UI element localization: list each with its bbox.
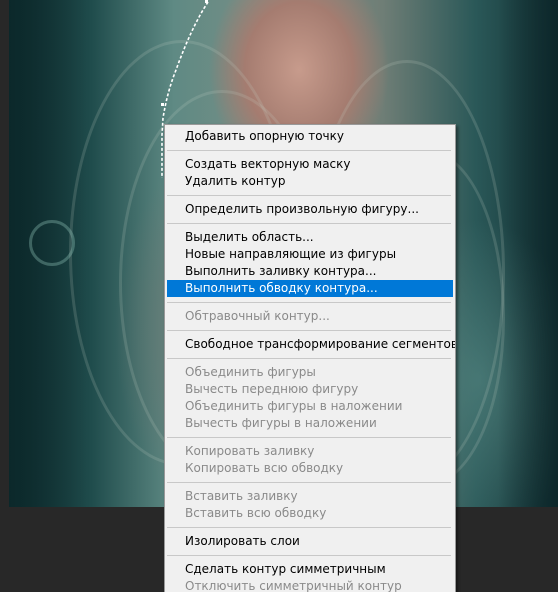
menu-separator <box>167 223 451 224</box>
menu-separator <box>167 150 451 151</box>
menu-separator <box>167 555 451 556</box>
menu-separator <box>167 482 451 483</box>
photoshop-workspace: Добавить опорную точку Создать векторную … <box>0 0 558 592</box>
menu-item[interactable]: Изолировать слои <box>165 533 453 550</box>
hair-detail <box>29 220 75 266</box>
menu-item[interactable]: Выполнить обводку контура... <box>167 280 453 297</box>
menu-separator <box>167 437 451 438</box>
menu-separator <box>167 527 451 528</box>
menu-item: Обтравочный контур... <box>185 309 330 323</box>
menu-item: Объединить фигуры <box>185 365 316 379</box>
menu-separator <box>167 330 451 331</box>
menu-item: Отключить симметричный контур <box>185 579 402 592</box>
menu-separator <box>167 302 451 303</box>
menu-item: Вычесть переднюю фигуру <box>185 382 359 396</box>
menu-item: Копировать заливку <box>185 444 315 458</box>
menu-item[interactable]: Сделать контур симметричным <box>165 561 453 578</box>
menu-item: Объединить фигуры в наложении <box>185 399 403 413</box>
menu-item: Вставить всю обводку <box>185 506 327 520</box>
menu-item[interactable]: Удалить контур <box>165 173 453 190</box>
menu-item: Вычесть фигуры в наложении <box>185 416 377 430</box>
menu-separator <box>167 195 451 196</box>
canvas-right-shadow <box>498 0 558 507</box>
menu-item[interactable]: Создать векторную маску <box>165 156 453 173</box>
context-menu: Добавить опорную точку Создать векторную … <box>164 124 456 592</box>
menu-item[interactable]: Добавить опорную точку <box>165 128 453 145</box>
menu-item[interactable]: Новые направляющие из фигуры <box>165 246 453 263</box>
menu-item[interactable]: Выделить область... <box>165 229 453 246</box>
menu-item[interactable]: Определить произвольную фигуру... <box>165 201 453 218</box>
menu-item: Копировать всю обводку <box>185 461 344 475</box>
menu-item: Вставить заливку <box>185 489 298 503</box>
menu-item[interactable]: Свободное трансформирование сегментов <box>165 336 455 353</box>
menu-separator <box>167 358 451 359</box>
menu-item[interactable]: Выполнить заливку контура... <box>165 263 453 280</box>
